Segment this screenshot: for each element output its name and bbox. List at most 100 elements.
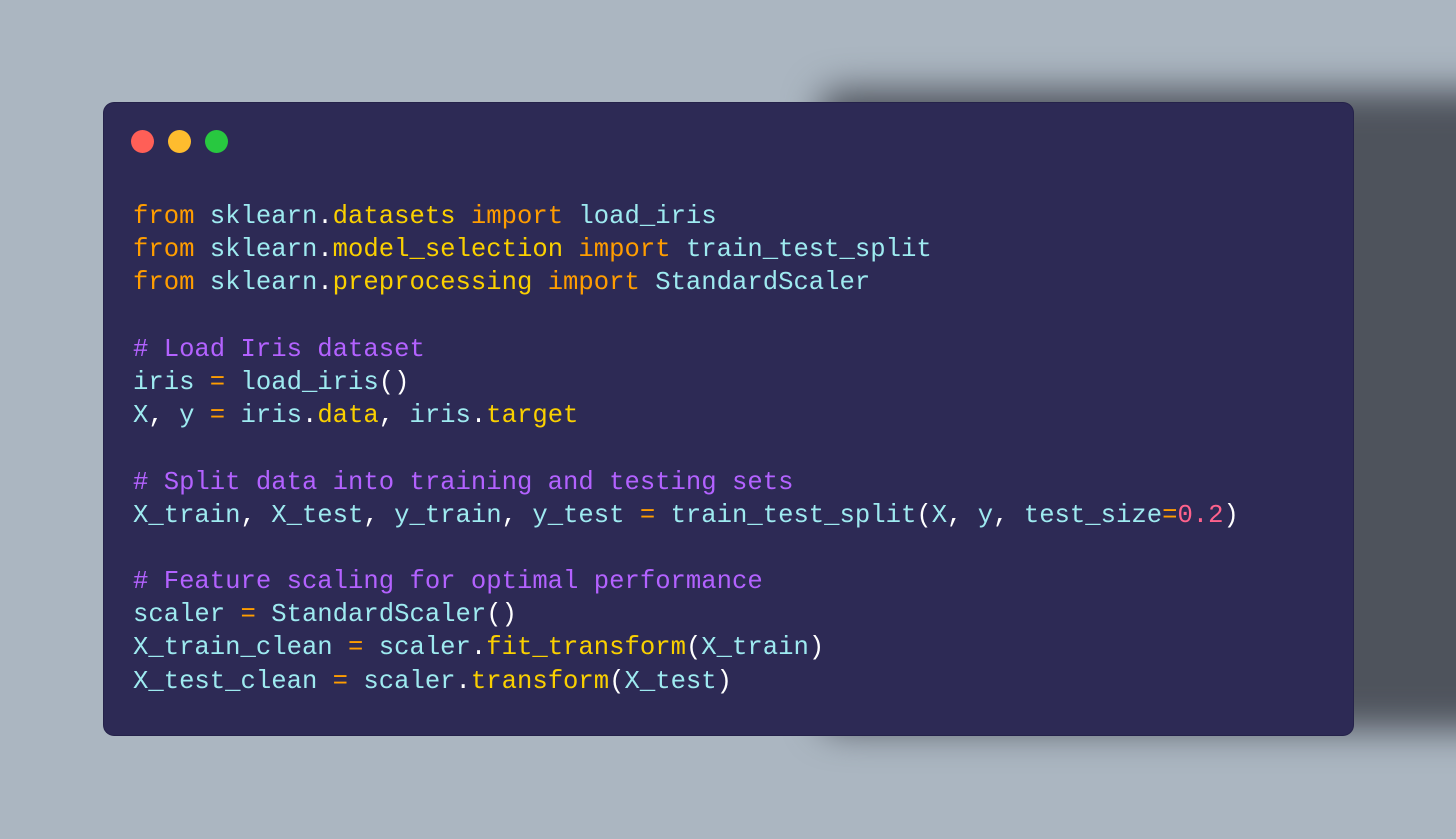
code-window: from sklearn.datasets import load_iris fr… bbox=[104, 103, 1353, 735]
code-line: X_train_clean = scaler.fit_transform(X_t… bbox=[133, 631, 1239, 664]
code-token-comment: # Load Iris dataset bbox=[133, 334, 425, 364]
code-comment-line: # Split data into training and testing s… bbox=[133, 466, 1239, 499]
code-token-punct: ( bbox=[685, 633, 702, 663]
code-token-ident: X bbox=[931, 500, 948, 530]
code-token-punct: . bbox=[317, 235, 333, 265]
code-token-ident: X_test bbox=[271, 500, 364, 530]
code-token-ident: StandardScaler bbox=[271, 600, 487, 630]
code-line: X, y = iris.data, iris.target bbox=[133, 399, 1239, 432]
code-token-ident: X_test bbox=[624, 666, 717, 696]
code-line: scaler = StandardScaler() bbox=[133, 598, 1239, 631]
code-token-comment: # Feature scaling for optimal performanc… bbox=[133, 567, 763, 597]
code-token-ident: scaler bbox=[363, 666, 456, 696]
window-controls bbox=[131, 130, 228, 153]
code-token-ident: scaler bbox=[378, 633, 471, 663]
code-token-punct: , bbox=[240, 500, 256, 530]
code-token-ident: X bbox=[133, 401, 149, 431]
code-token-keyword: import bbox=[470, 202, 564, 231]
code-token-ident: X_train bbox=[701, 633, 809, 663]
code-token-op: = bbox=[348, 633, 364, 663]
code-token-punct: , bbox=[363, 500, 379, 530]
code-token-keyword: import bbox=[547, 268, 640, 298]
code-token-ident: test_size bbox=[1023, 500, 1163, 530]
code-comment-line: # Feature scaling for optimal performanc… bbox=[133, 565, 1239, 598]
code-token-ident: StandardScaler bbox=[655, 268, 871, 298]
code-comment-line: # Load Iris dataset bbox=[133, 333, 1239, 366]
code-token-ident: train_test_split bbox=[670, 500, 917, 530]
code-block: from sklearn.datasets import load_iris fr… bbox=[133, 200, 1239, 698]
code-token-ident: y bbox=[179, 401, 195, 431]
code-line: X_test_clean = scaler.transform(X_test) bbox=[133, 665, 1239, 698]
code-token-ident: y_train bbox=[394, 500, 502, 530]
code-token-module: sklearn bbox=[209, 268, 318, 298]
code-token-ident: y bbox=[977, 500, 994, 530]
code-token-ident: scaler bbox=[133, 600, 226, 630]
code-token-ident: load_iris bbox=[578, 202, 717, 231]
code-token-op: = bbox=[1162, 500, 1178, 530]
code-token-op: = bbox=[639, 500, 656, 530]
code-token-ident: X_train_clean bbox=[133, 633, 333, 663]
code-token-attr: datasets bbox=[332, 202, 456, 231]
code-token-punct: ( bbox=[609, 666, 625, 696]
code-token-op: = bbox=[209, 367, 226, 397]
code-token-punct: ) bbox=[716, 666, 733, 696]
maximize-dot-icon bbox=[205, 130, 228, 153]
code-token-ident: train_test_split bbox=[685, 235, 932, 265]
code-token-punct: . bbox=[301, 401, 318, 431]
code-token-attr: transform bbox=[470, 666, 610, 696]
code-token-op: = bbox=[332, 666, 349, 696]
code-token-op: = bbox=[240, 600, 256, 630]
code-token-module: sklearn bbox=[209, 235, 318, 265]
code-token-punct: . bbox=[317, 202, 333, 231]
minimize-dot-icon bbox=[168, 130, 191, 153]
code-token-keyword: from bbox=[133, 202, 195, 231]
code-token-attr: data bbox=[317, 401, 379, 431]
code-token-punct: ) bbox=[808, 633, 825, 663]
code-token-keyword: from bbox=[133, 235, 195, 265]
code-token-ident: iris bbox=[240, 401, 302, 431]
code-token-punct: , bbox=[378, 401, 395, 431]
code-token-punct: () bbox=[378, 367, 410, 397]
code-token-punct: . bbox=[317, 268, 333, 298]
code-token-ident: y_test bbox=[532, 500, 625, 530]
close-dot-icon bbox=[131, 130, 154, 153]
code-token-keyword: import bbox=[578, 235, 671, 265]
code-token-punct: , bbox=[148, 401, 164, 431]
code-token-punct: ) bbox=[1223, 500, 1239, 530]
code-token-ident: load_iris bbox=[240, 367, 379, 397]
code-token-ident: iris bbox=[133, 367, 195, 397]
code-token-attr: model_selection bbox=[332, 235, 564, 265]
code-token-punct: () bbox=[486, 600, 517, 630]
code-token-punct: , bbox=[993, 500, 1009, 530]
code-token-punct: . bbox=[470, 633, 487, 663]
code-line: from sklearn.preprocessing import Standa… bbox=[133, 266, 1239, 299]
code-token-punct: , bbox=[947, 500, 963, 530]
code-token-comment: # Split data into training and testing s… bbox=[133, 467, 794, 497]
code-token-attr: target bbox=[486, 401, 579, 431]
code-token-punct: , bbox=[501, 500, 517, 530]
code-token-punct: . bbox=[470, 401, 487, 431]
